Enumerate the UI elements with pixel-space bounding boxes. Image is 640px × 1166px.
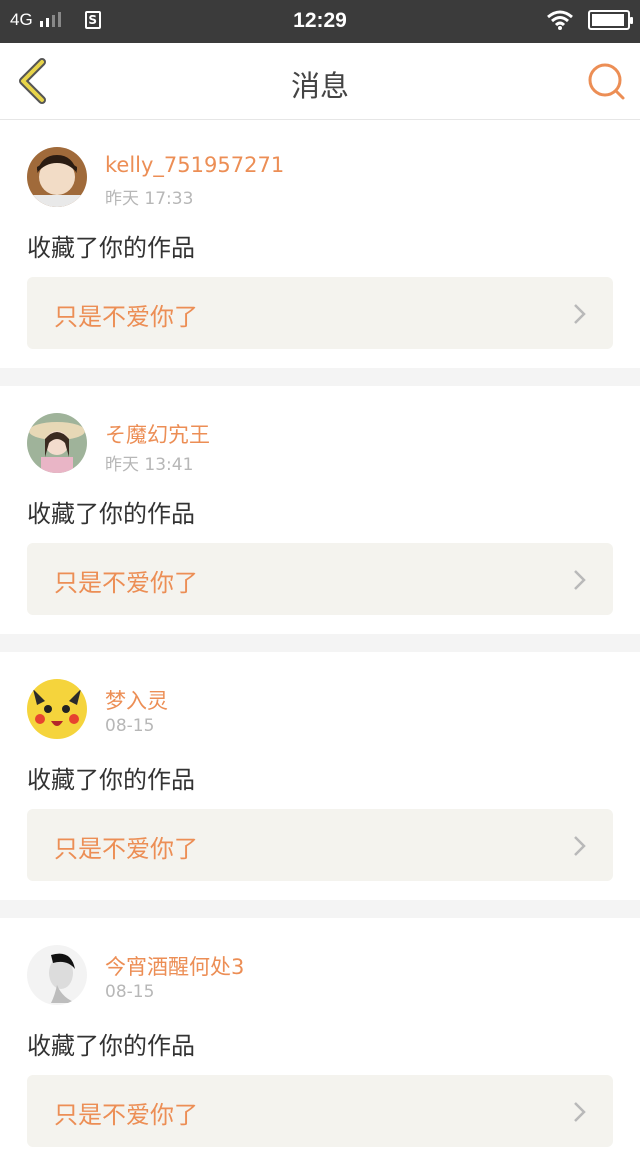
user-name[interactable]: そ魔幻宄王: [105, 419, 210, 449]
chevron-right-icon: [574, 570, 586, 590]
work-title: 只是不爱你了: [54, 835, 198, 863]
avatar[interactable]: [27, 147, 87, 207]
status-right: [546, 9, 633, 31]
status-time: 12:29: [293, 9, 347, 32]
status-bar: 4G S 12:29: [0, 0, 640, 43]
message-time: 昨天 13:41: [105, 455, 194, 475]
battery-icon: [588, 10, 633, 30]
search-icon[interactable]: [586, 61, 626, 101]
chevron-right-icon: [574, 1102, 586, 1122]
user-name[interactable]: 梦入灵: [105, 685, 168, 715]
message-card: そ魔幻宄王 昨天 13:41 收藏了你的作品 只是不爱你了: [0, 386, 640, 634]
header-bar: 消息: [0, 43, 640, 120]
battery-fill: [592, 14, 625, 26]
action-text: 收藏了你的作品: [27, 500, 195, 528]
avatar[interactable]: [27, 413, 87, 473]
work-link[interactable]: 只是不爱你了: [27, 809, 613, 881]
work-title: 只是不爱你了: [54, 569, 198, 597]
message-time: 昨天 17:33: [105, 189, 194, 209]
message-time: 08-15: [105, 982, 155, 1002]
work-link[interactable]: 只是不爱你了: [27, 277, 613, 349]
user-name[interactable]: 今宵酒醒何处3: [105, 951, 244, 981]
chevron-right-icon: [574, 836, 586, 856]
message-list: kelly_751957271 昨天 17:33 收藏了你的作品 只是不爱你了 …: [0, 120, 640, 1166]
work-link[interactable]: 只是不爱你了: [27, 1075, 613, 1147]
work-title: 只是不爱你了: [54, 303, 198, 331]
message-card: kelly_751957271 昨天 17:33 收藏了你的作品 只是不爱你了: [0, 120, 640, 368]
message-time: 08-15: [105, 716, 155, 736]
message-card: 梦入灵 08-15 收藏了你的作品 只是不爱你了: [0, 652, 640, 900]
chevron-right-icon: [574, 304, 586, 324]
work-link[interactable]: 只是不爱你了: [27, 543, 613, 615]
message-card: 今宵酒醒何处3 08-15 收藏了你的作品 只是不爱你了: [0, 918, 640, 1166]
action-text: 收藏了你的作品: [27, 234, 195, 262]
action-text: 收藏了你的作品: [27, 766, 195, 794]
wifi-icon: [547, 10, 573, 30]
avatar[interactable]: [27, 945, 87, 1005]
user-name[interactable]: kelly_751957271: [105, 153, 284, 177]
work-title: 只是不爱你了: [54, 1101, 198, 1129]
avatar[interactable]: [27, 679, 87, 739]
action-text: 收藏了你的作品: [27, 1032, 195, 1060]
page-title: 消息: [290, 69, 349, 103]
